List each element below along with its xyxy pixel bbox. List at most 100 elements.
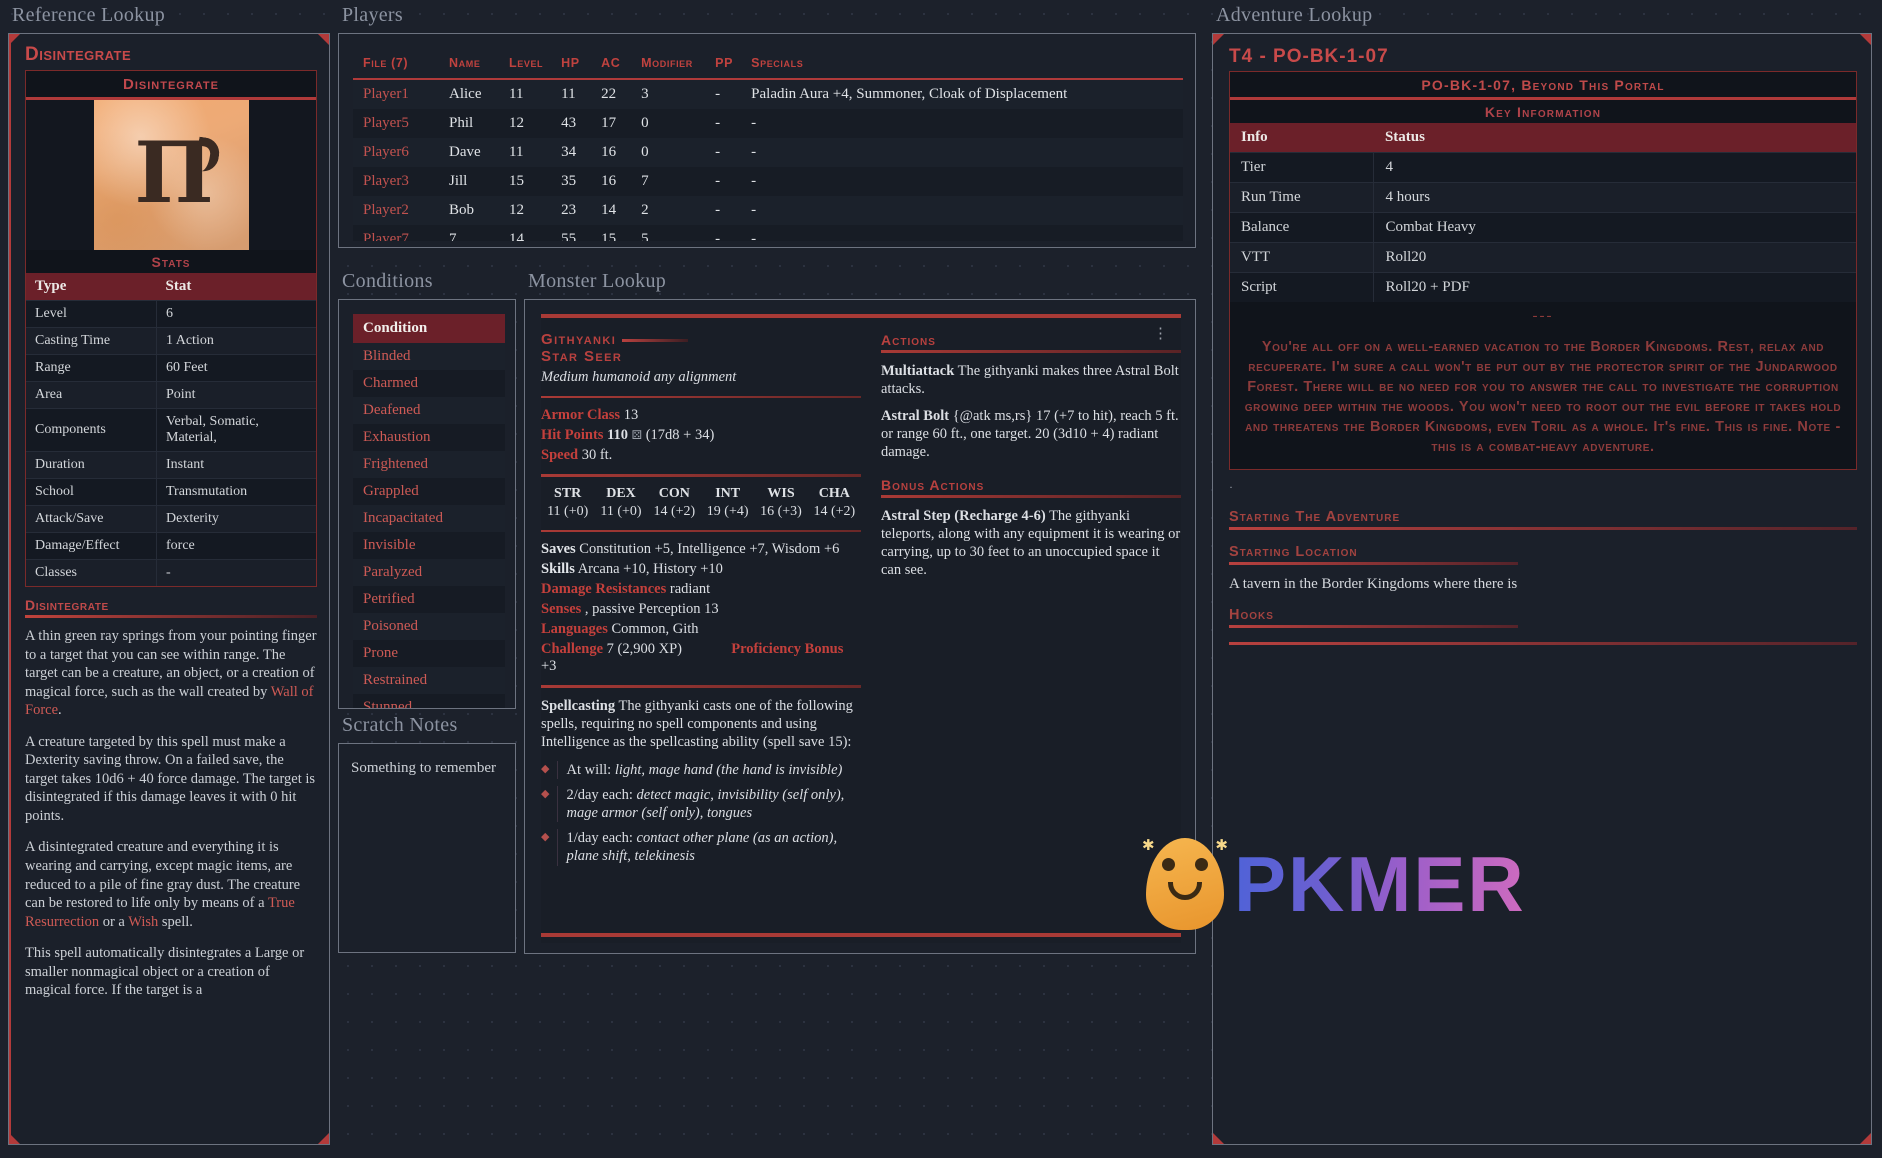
player-ac: 17: [591, 109, 632, 138]
scratch-note-text[interactable]: Something to remember: [339, 744, 515, 793]
resistances-line: Damage Resistances radiant: [541, 581, 861, 598]
condition-poisoned[interactable]: Poisoned: [353, 613, 505, 640]
abil-int-label: INT: [715, 485, 741, 501]
table-row: School Transmutation: [26, 478, 316, 506]
condition-grappled[interactable]: Grappled: [353, 478, 505, 505]
list-item: ◆ 1/day each: contact other plane (as an…: [541, 829, 861, 866]
player-file[interactable]: Player5: [353, 109, 439, 138]
ability-score-grid: STR DEX CON INT WIS CHA 11 (+0) 11 (+0) …: [541, 486, 861, 520]
player-hp: 43: [551, 109, 592, 138]
col-level[interactable]: Level: [499, 46, 552, 80]
player-specials: -: [741, 225, 1183, 241]
abil-dex-label: DEX: [606, 485, 636, 501]
info-value: Combat Heavy: [1373, 212, 1856, 243]
condition-blinded[interactable]: Blinded: [353, 343, 505, 370]
stat-val: -: [156, 559, 316, 586]
player-file[interactable]: Player6: [353, 138, 439, 167]
reference-lookup-body[interactable]: Disintegrate Disintegrate Π Stats Type S…: [8, 33, 330, 1145]
player-specials: -: [741, 109, 1183, 138]
player-pp: -: [705, 196, 742, 225]
condition-prone[interactable]: Prone: [353, 640, 505, 667]
action-astral-bolt: Astral Bolt {@atk ms,rs} 17 (+7 to hit),…: [881, 407, 1181, 461]
statblock-left-column: Githyanki Star Seer Medium humanoid any …: [541, 331, 861, 873]
spell-bullet-lead: 1/day each:: [566, 830, 633, 847]
statblock-columns: Githyanki Star Seer Medium humanoid any …: [541, 331, 1181, 873]
stat-val: Dexterity: [156, 505, 316, 533]
senses-line: Senses , passive Perception 13: [541, 601, 861, 618]
condition-charmed[interactable]: Charmed: [353, 370, 505, 397]
player-file[interactable]: Player7: [353, 225, 439, 241]
adventure-blurb: You're all off on a well-earned vacation…: [1230, 329, 1856, 469]
player-level: 12: [499, 196, 552, 225]
adventure-dot-marker: ·: [1229, 480, 1233, 494]
player-file[interactable]: Player3: [353, 167, 439, 196]
adventure-content[interactable]: T4 - PO-BK-1-07 PO-BK-1-07, Beyond This …: [1229, 46, 1857, 1136]
stat-key: Level: [26, 300, 157, 328]
col-name[interactable]: Name: [439, 46, 499, 80]
reference-scroll-area[interactable]: Disintegrate Disintegrate Π Stats Type S…: [25, 44, 317, 1136]
table-row: Attack/Save Dexterity: [26, 505, 316, 533]
col-file[interactable]: File (7): [353, 46, 439, 80]
condition-restrained[interactable]: Restrained: [353, 667, 505, 694]
list-item: Poisoned: [353, 613, 505, 640]
condition-invisible[interactable]: Invisible: [353, 532, 505, 559]
condition-deafened[interactable]: Deafened: [353, 397, 505, 424]
col-specials[interactable]: Specials: [741, 46, 1183, 80]
stat-key: Area: [26, 381, 157, 409]
conditions-scroll-area[interactable]: Condition Blinded Charmed Deafened Exhau…: [353, 314, 505, 708]
spell-bullet-text: 2/day each: detect magic, invisibility (…: [557, 786, 861, 823]
languages-value: Common, Gith: [611, 621, 699, 638]
armor-class-line: Armor Class 13: [541, 407, 861, 424]
condition-paralyzed[interactable]: Paralyzed: [353, 559, 505, 586]
list-item: Deafened: [353, 397, 505, 424]
condition-petrified[interactable]: Petrified: [353, 586, 505, 613]
stat-val: force: [156, 532, 316, 560]
conditions-body[interactable]: Condition Blinded Charmed Deafened Exhau…: [338, 299, 516, 709]
spell-bullet-lead: At will:: [566, 761, 612, 778]
abil-str-label: STR: [554, 485, 582, 501]
player-ac: 14: [591, 196, 632, 225]
hit-points-formula: (17d8 + 34): [645, 427, 715, 444]
abil-wis-value: 16 (+3): [760, 503, 802, 519]
table-row: Player5 Phil 12 43 17 0- -: [353, 109, 1183, 138]
player-ac: 15: [591, 225, 632, 241]
vertical-dots-icon[interactable]: ⋮: [1153, 324, 1169, 343]
spell-stats-table: Type Stat Level 6 Casting Time 1 Action Ra…: [26, 273, 316, 586]
stat-key: Damage/Effect: [26, 532, 157, 560]
col-ac[interactable]: AC: [591, 46, 632, 80]
monster-lookup-body[interactable]: ⋮ Githyanki Star Seer Medium humanoid an…: [524, 299, 1196, 954]
players-body[interactable]: File (7) Name Level HP AC Modifier PP Sp…: [338, 33, 1196, 248]
player-hp: 35: [551, 167, 592, 196]
adventure-lookup-body[interactable]: T4 - PO-BK-1-07 PO-BK-1-07, Beyond This …: [1212, 33, 1872, 1145]
scratch-notes-body[interactable]: Something to remember: [338, 743, 516, 953]
table-row: Player6 Dave 11 34 16 0- -: [353, 138, 1183, 167]
condition-frightened[interactable]: Frightened: [353, 451, 505, 478]
condition-exhaustion[interactable]: Exhaustion: [353, 424, 505, 451]
table-row: Player7 7 14 55 15 5- -: [353, 225, 1183, 241]
statblock-bottom-rule: [541, 933, 1181, 937]
player-file[interactable]: Player2: [353, 196, 439, 225]
section-rule: [541, 529, 861, 533]
col-pp[interactable]: PP: [705, 46, 742, 80]
col-info: Info: [1230, 123, 1374, 153]
table-row: Damage/Effect force: [26, 532, 316, 560]
player-file[interactable]: Player1: [353, 79, 439, 109]
section-rule: [1229, 562, 1518, 565]
wish-link[interactable]: Wish: [128, 914, 158, 930]
dice-icon[interactable]: ⚄: [632, 428, 642, 443]
table-row: VTT Roll20: [1230, 242, 1856, 273]
col-hp[interactable]: HP: [551, 46, 592, 80]
section-rule: [541, 685, 861, 688]
condition-incapacitated[interactable]: Incapacitated: [353, 505, 505, 532]
saves-line: Saves Constitution +5, Intelligence +7, …: [541, 541, 861, 558]
players-scroll-area[interactable]: File (7) Name Level HP AC Modifier PP Sp…: [353, 46, 1183, 241]
corner-bracket-icon: [1213, 34, 1224, 45]
player-ac: 16: [591, 138, 632, 167]
col-modifier[interactable]: Modifier: [631, 46, 706, 80]
player-hp: 55: [551, 225, 592, 241]
action-name: Multiattack: [881, 362, 955, 379]
condition-stunned[interactable]: Stunned: [353, 694, 505, 708]
rune-glyph-icon: Π: [134, 123, 213, 222]
hit-points-line: Hit Points 110 ⚄ (17d8 + 34): [541, 427, 861, 444]
stat-val: Point: [156, 381, 316, 409]
